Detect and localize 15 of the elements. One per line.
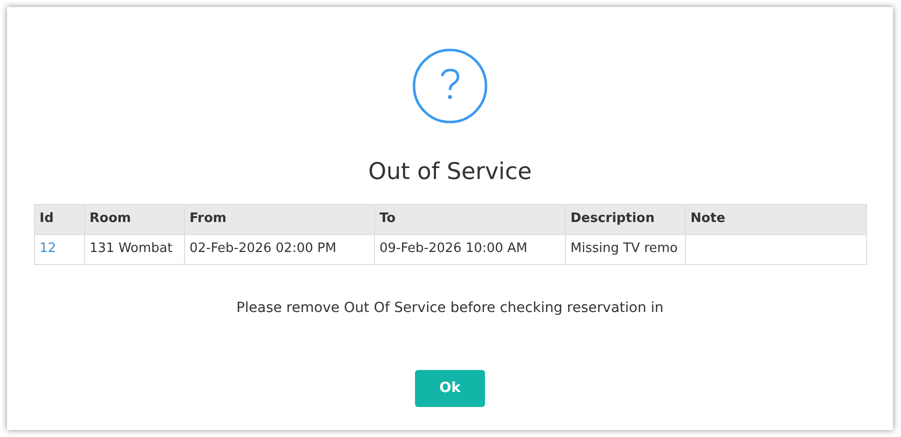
table-cell: 02-Feb-2026 02:00 PM <box>184 234 374 264</box>
table-cell: 131 Wombat <box>84 234 184 264</box>
column-header: Description <box>565 204 685 234</box>
column-header: To <box>374 204 565 234</box>
table-cell: Missing TV remo <box>565 234 685 264</box>
message-text: Please remove Out Of Service before checking reservation in <box>236 298 664 318</box>
question-icon <box>412 48 488 124</box>
column-header: Room <box>84 204 184 234</box>
dialog-title: Out of Service <box>368 158 532 187</box>
column-header: From <box>184 204 374 234</box>
ok-button[interactable]: Ok <box>415 370 485 406</box>
column-header: Id <box>34 204 84 234</box>
id-link[interactable]: 12 <box>40 241 56 256</box>
column-header: Note <box>685 204 866 234</box>
table-cell: 09-Feb-2026 10:00 AM <box>374 234 565 264</box>
